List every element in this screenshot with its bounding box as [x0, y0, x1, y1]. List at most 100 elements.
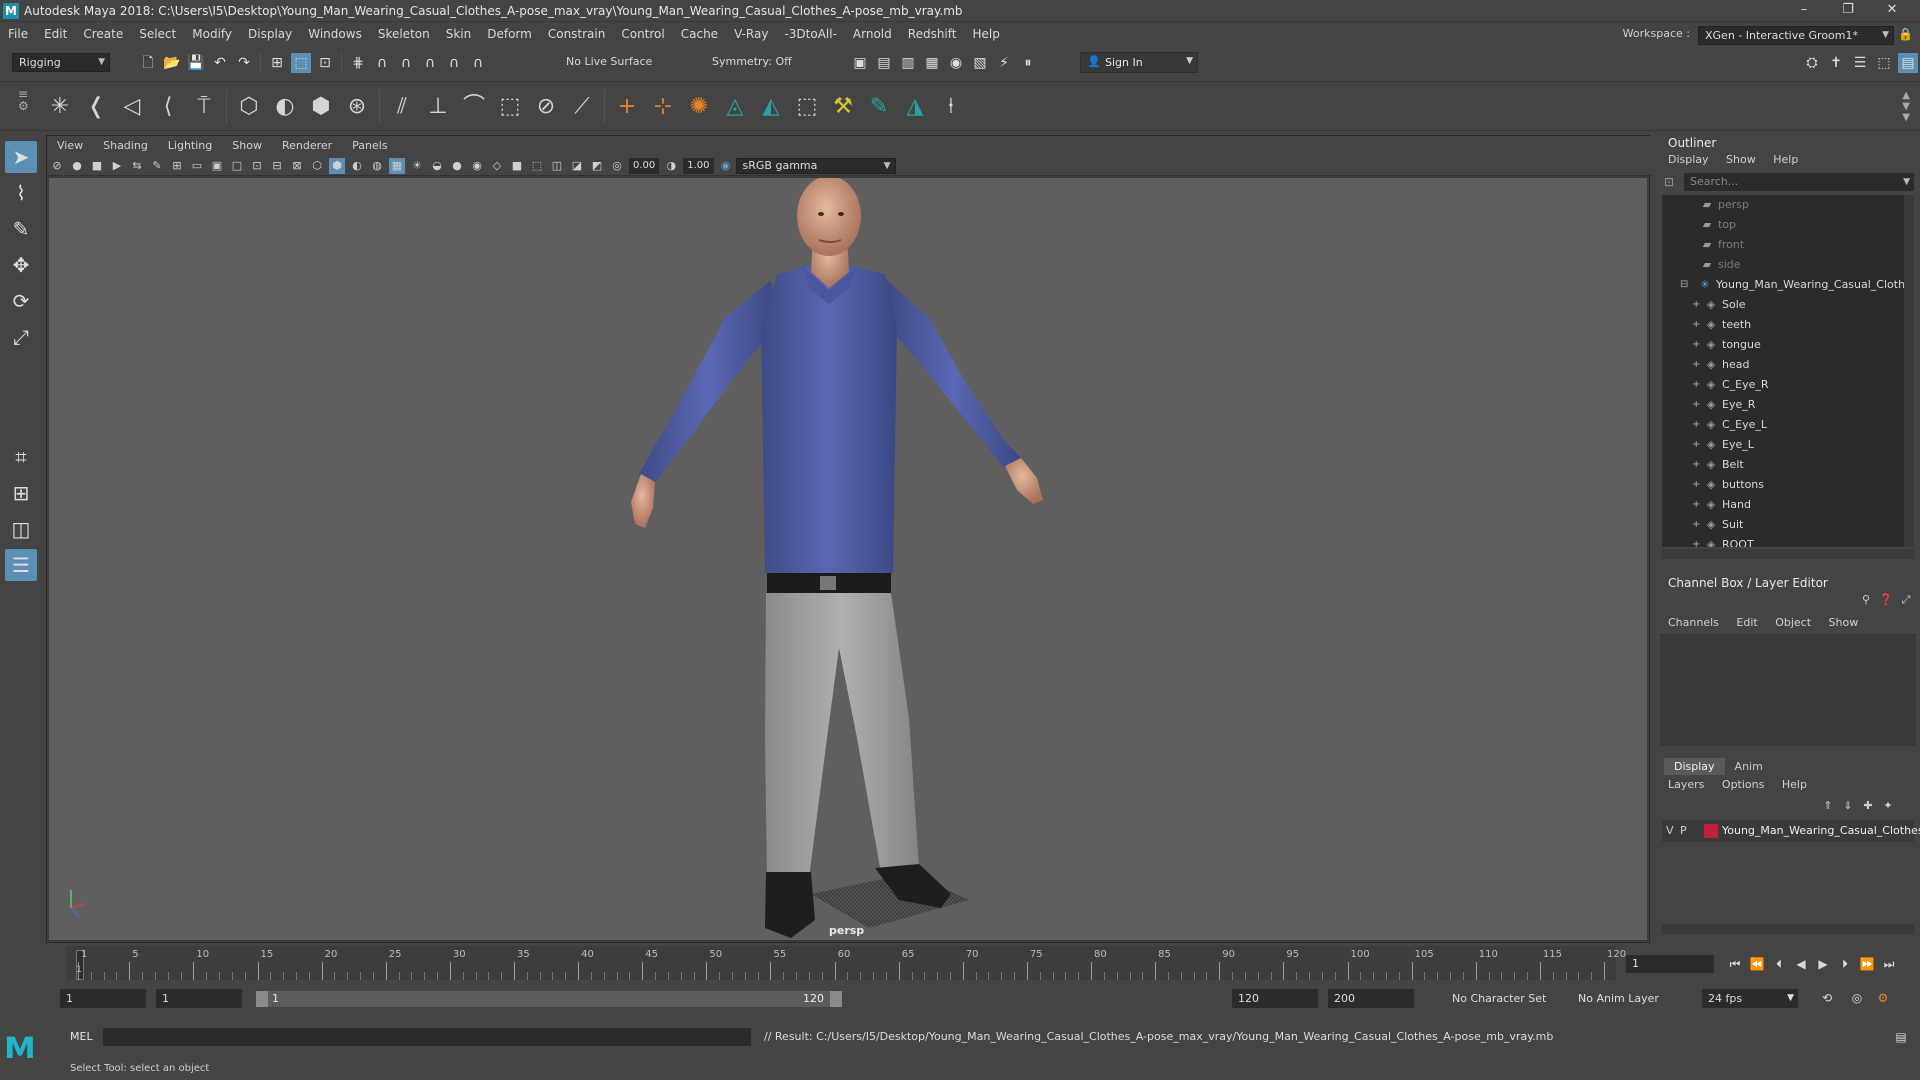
select-object-icon[interactable]: ⬚ [291, 53, 311, 73]
menu-file[interactable]: File [0, 23, 36, 45]
outliner-item-buttons[interactable]: + ◈ buttons [1662, 475, 1914, 495]
parent-constraint-icon[interactable]: ⫽ [386, 91, 418, 123]
auto-key-icon[interactable]: ◎ [1848, 989, 1866, 1007]
viewport-menu-view[interactable]: View [47, 136, 93, 156]
workspace-dropdown[interactable]: XGen - Interactive Groom1* ▼ [1698, 26, 1894, 45]
step-forward-key-icon[interactable]: ⏩ [1858, 955, 1876, 973]
sign-in-button[interactable]: 👤 Sign In ▼ [1080, 52, 1198, 73]
playback-end-field[interactable]: 120 [1232, 989, 1318, 1008]
field-chart-icon[interactable]: ⊡ [249, 158, 265, 174]
menu-skin[interactable]: Skin [438, 23, 480, 45]
lattice-icon[interactable]: ⬢ [305, 91, 337, 123]
bookmark-icon[interactable]: ■ [89, 158, 105, 174]
3d-viewport[interactable]: persp [49, 178, 1647, 940]
expand-icon[interactable]: + [1692, 475, 1700, 495]
expand-icon[interactable]: + [1692, 375, 1700, 395]
paint-weights-icon[interactable]: ◐ [269, 91, 301, 123]
undo-icon[interactable]: ↶ [210, 53, 230, 73]
shelf-scroll-icon[interactable]: ▲ ▼ ▼ [1902, 90, 1910, 123]
expand-icon[interactable]: + [1692, 295, 1700, 315]
menu-display[interactable]: Display [240, 23, 300, 45]
use-lights-icon[interactable]: ☀ [409, 158, 425, 174]
select-hierarchy-icon[interactable]: ⊞ [267, 53, 287, 73]
outliner-item-hand[interactable]: + ◈ Hand [1662, 495, 1914, 515]
pole-vector-icon[interactable]: ⟋ [566, 91, 598, 123]
viewport-menu-renderer[interactable]: Renderer [272, 136, 342, 156]
snap-view-icon[interactable]: ∩ [420, 53, 440, 73]
help-line-icon[interactable]: ❓ [1878, 592, 1894, 608]
menu-3dtoall[interactable]: -3DtoAll- [776, 23, 844, 45]
expand-icon[interactable]: + [1692, 535, 1700, 547]
camera-attributes-icon[interactable]: ● [69, 158, 85, 174]
expand-icon[interactable]: + [1692, 315, 1700, 335]
layer-horizontal-scrollbar[interactable] [1662, 924, 1914, 934]
channel-box-area[interactable] [1660, 634, 1916, 746]
ik-handle-icon[interactable]: ❬ [80, 91, 112, 123]
menu-skeleton[interactable]: Skeleton [370, 23, 438, 45]
menu-help[interactable]: Help [964, 23, 1007, 45]
channel-box-icon[interactable]: ▤ [1898, 53, 1918, 73]
select-tool-icon[interactable]: ➤ [5, 141, 37, 173]
single-perspective-icon[interactable]: ⌗ [5, 441, 37, 473]
outliner-menu-show[interactable]: Show [1726, 153, 1756, 166]
menu-control[interactable]: Control [613, 23, 672, 45]
expand-icon[interactable]: + [1692, 355, 1700, 375]
paint-select-icon[interactable]: ✎ [5, 213, 37, 245]
render-current-icon[interactable]: ▤ [874, 53, 894, 73]
color-space-dropdown[interactable]: sRGB gamma ▼ [735, 157, 896, 174]
tab-display[interactable]: Display [1664, 758, 1725, 775]
new-layer-icon[interactable]: ✚ [1860, 798, 1876, 814]
expand-icon[interactable]: + [1692, 335, 1700, 355]
menu-arnold[interactable]: Arnold [845, 23, 900, 45]
channel-box-menu-channels[interactable]: Channels [1668, 616, 1719, 629]
grid-icon[interactable]: ⊞ [169, 158, 185, 174]
outliner-menu-help[interactable]: Help [1773, 153, 1798, 166]
tension-icon[interactable]: ✎ [863, 91, 895, 123]
scene-start-field[interactable]: 1 [60, 989, 146, 1008]
script-editor-icon[interactable]: ▤ [1892, 1028, 1910, 1046]
channel-box-menu-show[interactable]: Show [1829, 616, 1859, 629]
exposure-field[interactable]: 0.00 [629, 157, 660, 174]
loop-icon[interactable]: ⟲ [1818, 989, 1836, 1007]
expand-icon[interactable]: + [1692, 415, 1700, 435]
outliner-item-top[interactable]: ▰ top [1662, 215, 1914, 235]
close-button[interactable]: ✕ [1872, 0, 1912, 22]
redo-icon[interactable]: ↷ [234, 53, 254, 73]
xray-joints-icon[interactable]: ◪ [569, 158, 585, 174]
menu-windows[interactable]: Windows [300, 23, 370, 45]
menu-modify[interactable]: Modify [184, 23, 240, 45]
render-settings-icon[interactable]: ▦ [922, 53, 942, 73]
layer-menu-options[interactable]: Options [1722, 778, 1764, 791]
shadows-icon[interactable]: ◒ [429, 158, 445, 174]
go-to-end-icon[interactable]: ⏭ [1880, 955, 1898, 973]
ik-spline-icon[interactable]: ◁ [116, 91, 148, 123]
character-controls-icon[interactable]: ✝ [1826, 53, 1846, 73]
scale-constraint-icon[interactable]: ⬚ [494, 91, 526, 123]
insert-joint-icon[interactable]: ⟨ [152, 91, 184, 123]
collapse-icon[interactable]: ⊟ [1680, 275, 1688, 295]
isolate-select-icon[interactable]: ⬚ [529, 158, 545, 174]
outliner-item-sole[interactable]: + ◈ Sole [1662, 295, 1914, 315]
vray-ipr-icon[interactable]: ⚡ [994, 53, 1014, 73]
wireframe-icon[interactable]: ⬡ [309, 158, 325, 174]
layer-visibility-toggle[interactable]: V [1666, 824, 1674, 837]
play-backwards-icon[interactable]: ◀ [1792, 955, 1810, 973]
time-slider-ruler[interactable]: 1 15101520253035404550556065707580859095… [66, 946, 1626, 980]
humanik-icon[interactable]: ⍑ [188, 91, 220, 123]
layer-playback-toggle[interactable]: P [1680, 824, 1687, 837]
range-start-handle[interactable] [256, 991, 268, 1007]
locator-icon[interactable]: + [611, 91, 643, 123]
persp-outliner-icon[interactable]: ◫ [5, 513, 37, 545]
menu-vray[interactable]: V-Ray [726, 23, 776, 45]
outliner-vertical-scrollbar[interactable] [1904, 195, 1914, 547]
motion-blur-icon[interactable]: ◉ [469, 158, 485, 174]
symmetry-label[interactable]: Symmetry: Off [712, 55, 792, 68]
gamma-field[interactable]: 1.00 [683, 157, 714, 174]
safe-title-icon[interactable]: ⊠ [289, 158, 305, 174]
outliner-item-belt[interactable]: + ◈ Belt [1662, 455, 1914, 475]
step-back-frame-icon[interactable]: ⏴ [1770, 955, 1788, 973]
channel-box-menu-edit[interactable]: Edit [1736, 616, 1757, 629]
snap-live-icon[interactable]: ∩ [468, 53, 488, 73]
scale-tool-icon[interactable]: ⤢ [5, 321, 37, 353]
filter-icon[interactable]: ⊡ [1664, 175, 1674, 189]
